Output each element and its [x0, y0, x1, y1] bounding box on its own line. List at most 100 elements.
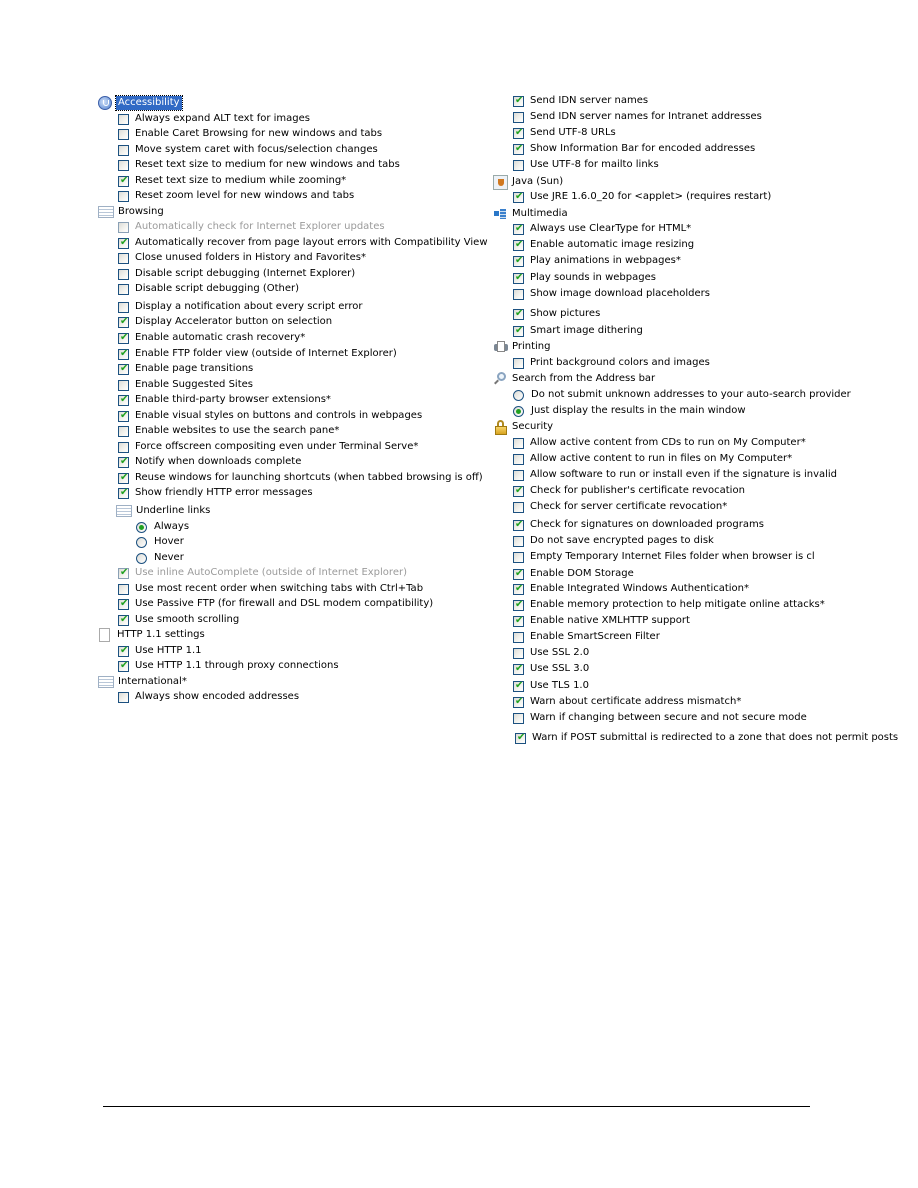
- checkbox-checked[interactable]: ✔: [513, 325, 524, 337]
- checkbox-checked[interactable]: ✔: [118, 567, 129, 579]
- checkbox-unchecked[interactable]: [118, 283, 129, 295]
- setting-use-ssl-2-0[interactable]: Use SSL 2.0: [513, 646, 589, 660]
- setting-send-idn-server-names[interactable]: ✔ Send IDN server names: [513, 94, 648, 108]
- setting-allow-software-to-run-or-install-even-if-the-sig[interactable]: Allow software to run or install even if…: [513, 468, 837, 482]
- setting-send-idn-server-names-for-intranet-addresses[interactable]: Send IDN server names for Intranet addre…: [513, 110, 762, 124]
- checkbox-unchecked[interactable]: [513, 357, 524, 369]
- setting-allow-active-content-from-cds-to-run-on-my-compu[interactable]: Allow active content from CDs to run on …: [513, 436, 806, 450]
- checkbox-checked[interactable]: ✔: [118, 660, 129, 672]
- checkbox-unchecked[interactable]: [118, 113, 129, 125]
- setting-warn-about-certificate-address-mismatch[interactable]: ✔ Warn about certificate address mismatch…: [513, 695, 741, 709]
- setting-reset-text-size-to-medium-while-zooming[interactable]: ✔ Reset text size to medium while zooming…: [118, 174, 346, 188]
- setting-use-tls-1-0[interactable]: ✔ Use TLS 1.0: [513, 679, 589, 693]
- setting-check-for-publisher-s-certificate-revocation[interactable]: ✔ Check for publisher's certificate revoc…: [513, 484, 745, 498]
- setting-enable-automatic-crash-recovery[interactable]: ✔ Enable automatic crash recovery*: [118, 331, 305, 345]
- checkbox-unchecked[interactable]: [513, 501, 524, 513]
- checkbox-checked[interactable]: ✔: [118, 237, 129, 249]
- checkbox-checked[interactable]: ✔: [513, 568, 524, 580]
- checkbox-checked[interactable]: ✔: [118, 394, 129, 406]
- checkbox-checked[interactable]: ✔: [513, 696, 524, 708]
- setting-play-animations-in-webpages[interactable]: ✔ Play animations in webpages*: [513, 254, 681, 268]
- setting-enable-dom-storage[interactable]: ✔ Enable DOM Storage: [513, 567, 634, 581]
- setting-enable-third-party-browser-extensions[interactable]: ✔ Enable third-party browser extensions*: [118, 393, 331, 407]
- checkbox-checked[interactable]: ✔: [513, 272, 524, 284]
- setting-use-jre-1-6-0-20-for-applet-requires-restart[interactable]: ✔ Use JRE 1.6.0_20 for <applet> (requires…: [513, 190, 771, 204]
- setting-automatically-recover-from-page-layout-errors-wi[interactable]: ✔ Automatically recover from page layout …: [118, 236, 488, 250]
- checkbox-unchecked[interactable]: [118, 441, 129, 453]
- checkbox-checked[interactable]: ✔: [118, 614, 129, 626]
- option-just-display-the-results-in-the-main-window[interactable]: Just display the results in the main win…: [513, 404, 746, 418]
- setting-enable-memory-protection-to-help-mitigate-online[interactable]: ✔ Enable memory protection to help mitiga…: [513, 598, 825, 612]
- checkbox-unchecked[interactable]: [118, 128, 129, 140]
- checkbox-unchecked[interactable]: [118, 425, 129, 437]
- setting-enable-suggested-sites[interactable]: Enable Suggested Sites: [118, 378, 253, 392]
- checkbox-checked[interactable]: ✔: [513, 127, 524, 139]
- setting-disable-script-debugging-internet-explorer[interactable]: Disable script debugging (Internet Explo…: [118, 267, 355, 281]
- checkbox-unchecked[interactable]: [118, 379, 129, 391]
- setting-display-accelerator-button-on-selection[interactable]: ✔ Display Accelerator button on selection: [118, 315, 332, 329]
- checkbox-checked[interactable]: ✔: [118, 316, 129, 328]
- setting-reset-text-size-to-medium-for-new-windows-and-ta[interactable]: Reset text size to medium for new window…: [118, 158, 400, 172]
- checkbox-unchecked[interactable]: [513, 647, 524, 659]
- checkbox-unchecked[interactable]: [118, 252, 129, 264]
- setting-use-inline-autocomplete-outside-of-internet-expl[interactable]: ✔ Use inline AutoComplete (outside of Int…: [118, 566, 407, 580]
- category-security[interactable]: Security: [493, 420, 553, 435]
- checkbox-unchecked[interactable]: [513, 551, 524, 563]
- checkbox-unchecked[interactable]: [513, 453, 524, 465]
- checkbox-unchecked[interactable]: [118, 301, 129, 313]
- setting-use-http-1-1-through-proxy-connections[interactable]: ✔ Use HTTP 1.1 through proxy connections: [118, 659, 339, 673]
- setting-show-pictures[interactable]: ✔ Show pictures: [513, 307, 600, 321]
- setting-use-passive-ftp-for-firewall-and-dsl-modem-compa[interactable]: ✔ Use Passive FTP (for firewall and DSL m…: [118, 597, 433, 611]
- setting-reuse-windows-for-launching-shortcuts-when-tabbe[interactable]: ✔ Reuse windows for launching shortcuts (…: [118, 471, 483, 485]
- setting-use-ssl-3-0[interactable]: ✔ Use SSL 3.0: [513, 662, 589, 676]
- setting-play-sounds-in-webpages[interactable]: ✔ Play sounds in webpages: [513, 271, 656, 285]
- checkbox-checked[interactable]: ✔: [118, 410, 129, 422]
- setting-always-expand-alt-text-for-images[interactable]: Always expand ALT text for images: [118, 112, 310, 126]
- checkbox-unchecked[interactable]: [118, 190, 129, 202]
- setting-check-for-signatures-on-downloaded-programs[interactable]: ✔ Check for signatures on downloaded prog…: [513, 518, 764, 532]
- category-java-sun[interactable]: Java (Sun): [493, 174, 563, 190]
- category-underline-links[interactable]: Underline links: [116, 504, 210, 518]
- category-http-1-1-settings[interactable]: HTTP 1.1 settings: [98, 628, 205, 642]
- setting-check-for-server-certificate-revocation[interactable]: Check for server certificate revocation*: [513, 500, 727, 514]
- setting-enable-integrated-windows-authentication[interactable]: ✔ Enable Integrated Windows Authenticatio…: [513, 582, 749, 596]
- checkbox-unchecked[interactable]: [118, 144, 129, 156]
- radio-unselected[interactable]: [513, 389, 524, 401]
- checkbox-checked[interactable]: ✔: [513, 680, 524, 692]
- radio-selected[interactable]: [136, 521, 147, 533]
- checkbox-unchecked[interactable]: [513, 288, 524, 300]
- checkbox-checked[interactable]: ✔: [118, 487, 129, 499]
- option-hover[interactable]: Hover: [136, 535, 184, 549]
- checkbox-checked[interactable]: ✔: [118, 472, 129, 484]
- setting-use-smooth-scrolling[interactable]: ✔ Use smooth scrolling: [118, 613, 239, 627]
- setting-enable-websites-to-use-the-search-pane[interactable]: Enable websites to use the search pane*: [118, 424, 339, 438]
- setting-show-image-download-placeholders[interactable]: Show image download placeholders: [513, 287, 710, 301]
- checkbox-checked[interactable]: ✔: [513, 583, 524, 595]
- checkbox-unchecked[interactable]: [513, 159, 524, 171]
- checkbox-checked[interactable]: ✔: [118, 456, 129, 468]
- checkbox-checked[interactable]: ✔: [513, 255, 524, 267]
- setting-enable-visual-styles-on-buttons-and-controls-in-[interactable]: ✔ Enable visual styles on buttons and con…: [118, 409, 422, 423]
- setting-always-use-cleartype-for-html[interactable]: ✔ Always use ClearType for HTML*: [513, 222, 691, 236]
- setting-print-background-colors-and-images[interactable]: Print background colors and images: [513, 356, 710, 370]
- radio-unselected[interactable]: [136, 536, 147, 548]
- checkbox-unchecked[interactable]: [118, 691, 129, 703]
- setting-show-friendly-http-error-messages[interactable]: ✔ Show friendly HTTP error messages: [118, 486, 313, 500]
- setting-enable-ftp-folder-view-outside-of-internet-explo[interactable]: ✔ Enable FTP folder view (outside of Inte…: [118, 347, 397, 361]
- checkbox-checked[interactable]: ✔: [513, 599, 524, 611]
- setting-always-show-encoded-addresses[interactable]: Always show encoded addresses: [118, 690, 299, 704]
- checkbox-checked[interactable]: ✔: [118, 598, 129, 610]
- checkbox-checked[interactable]: ✔: [118, 175, 129, 187]
- checkbox-checked[interactable]: ✔: [513, 308, 524, 320]
- setting-do-not-save-encrypted-pages-to-disk[interactable]: Do not save encrypted pages to disk: [513, 534, 714, 548]
- checkbox-unchecked[interactable]: [118, 221, 129, 233]
- checkbox-unchecked[interactable]: [513, 437, 524, 449]
- checkbox-checked[interactable]: ✔: [513, 95, 524, 107]
- checkbox-unchecked[interactable]: [513, 631, 524, 643]
- setting-use-utf-8-for-mailto-links[interactable]: Use UTF-8 for mailto links: [513, 158, 659, 172]
- checkbox-checked[interactable]: ✔: [513, 143, 524, 155]
- checkbox-unchecked[interactable]: [513, 535, 524, 547]
- setting-enable-automatic-image-resizing[interactable]: ✔ Enable automatic image resizing: [513, 238, 694, 252]
- setting-allow-active-content-to-run-in-files-on-my-compu[interactable]: Allow active content to run in files on …: [513, 452, 792, 466]
- setting-use-http-1-1[interactable]: ✔ Use HTTP 1.1: [118, 644, 202, 658]
